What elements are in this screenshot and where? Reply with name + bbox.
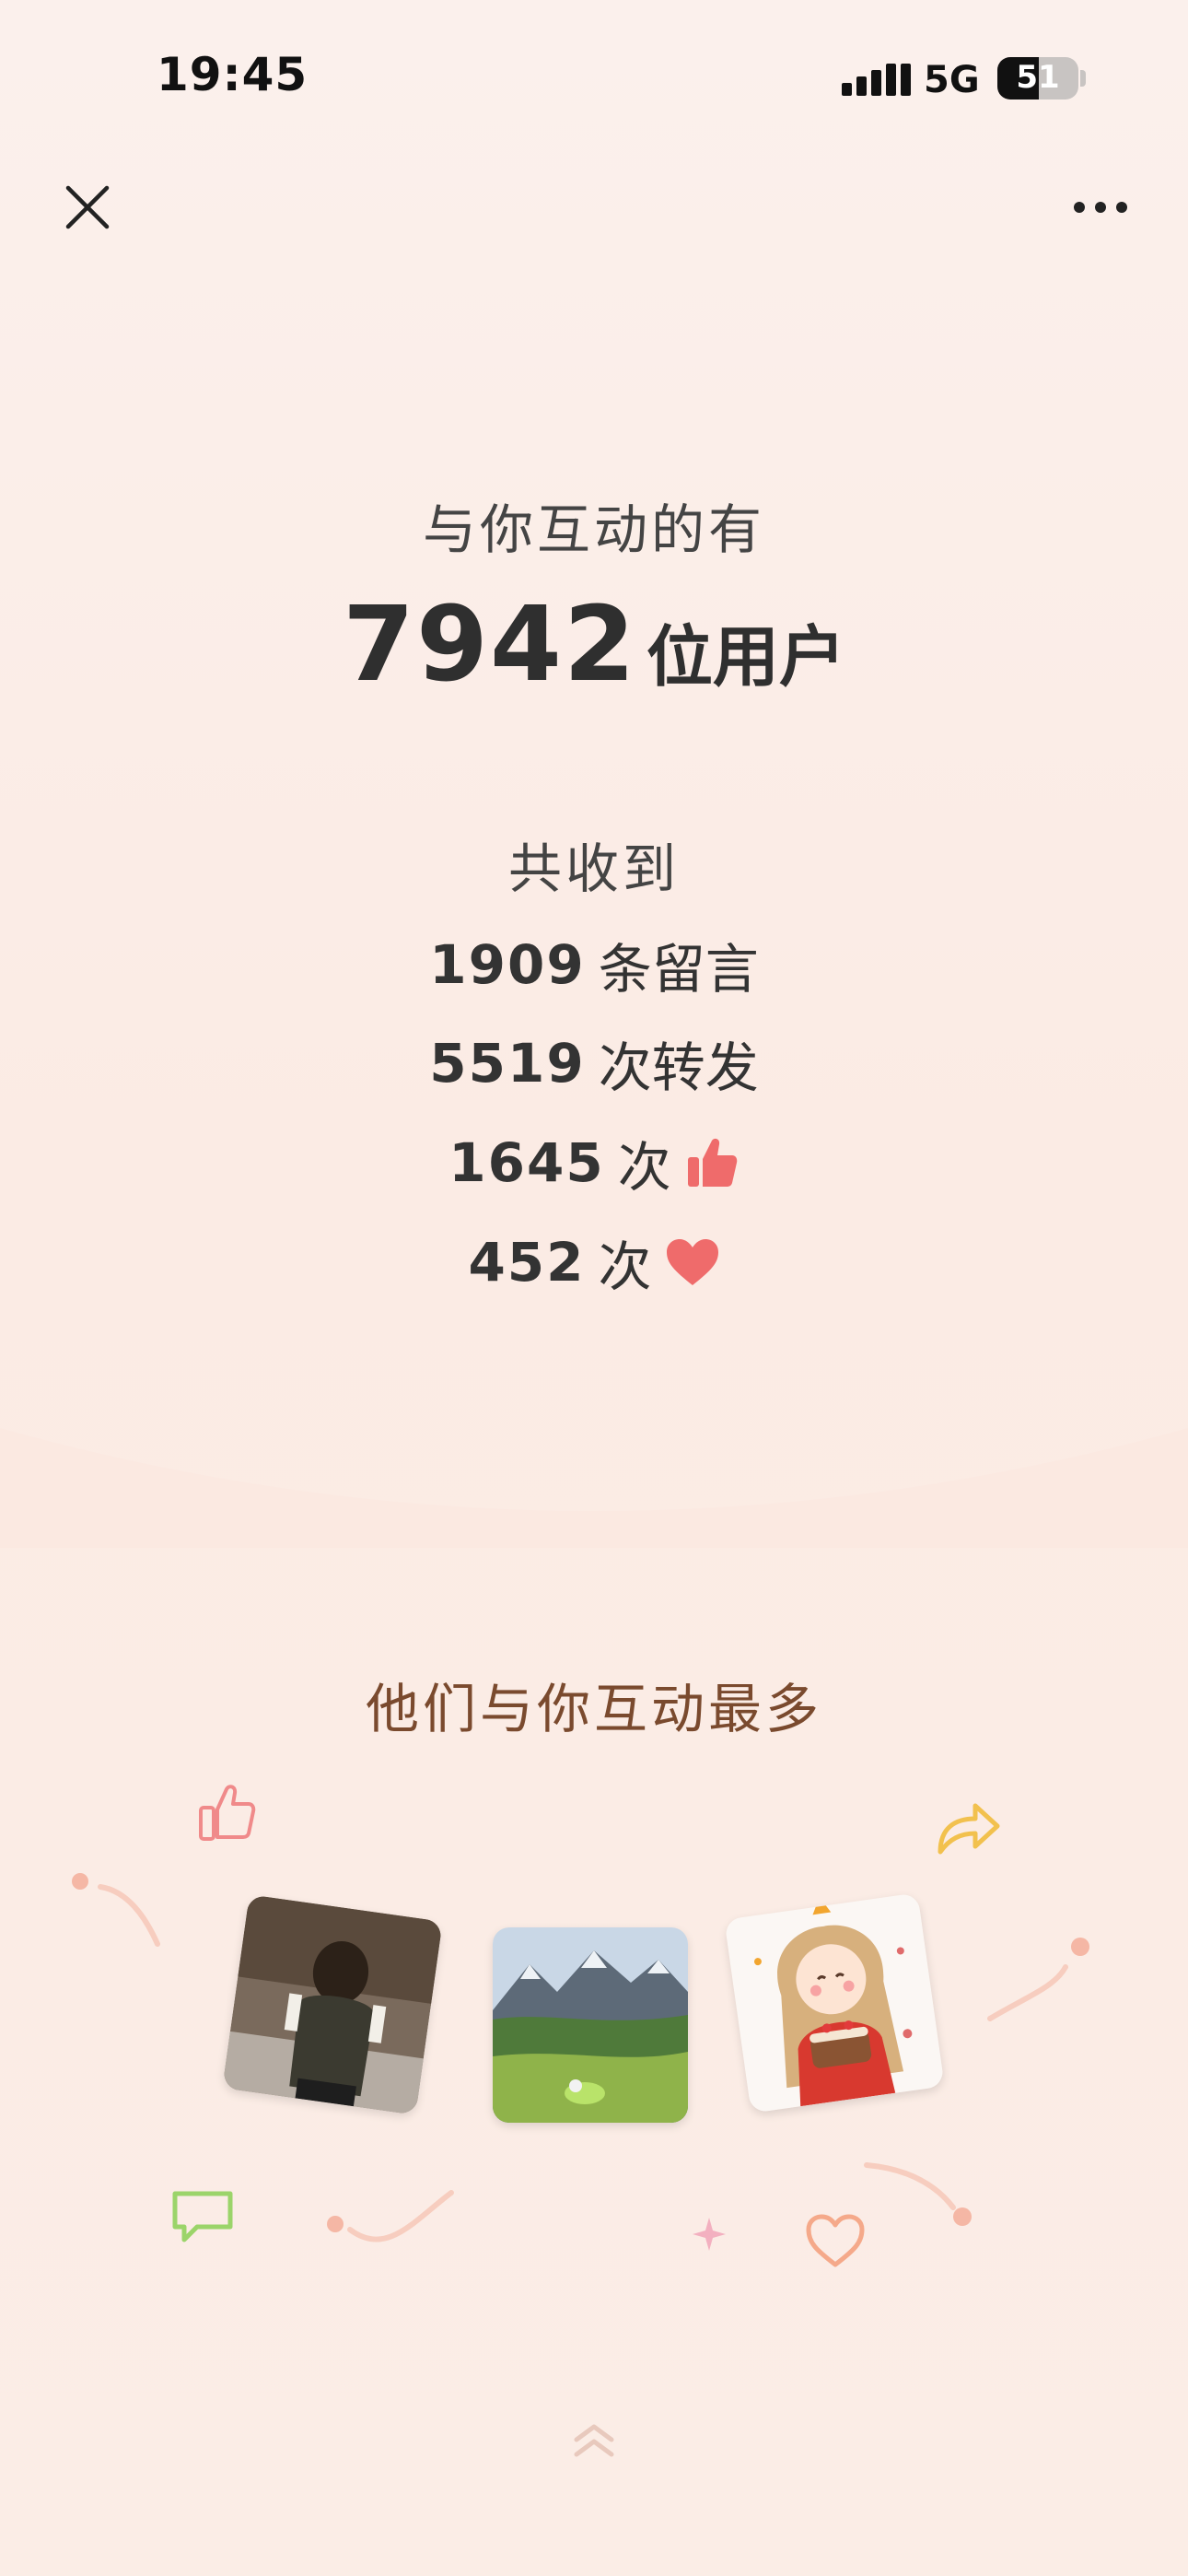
status-time: 19:45 [157, 48, 309, 101]
stat-count: 1645 [448, 1131, 605, 1194]
stat-count: 452 [468, 1231, 586, 1294]
more-options-button[interactable] [1064, 180, 1137, 235]
stat-comments: 1909 条留言 [0, 926, 1188, 1003]
stat-count: 1909 [429, 933, 586, 996]
curve-decoration [987, 1938, 1089, 2021]
close-icon [65, 185, 110, 229]
signal-icon [842, 64, 911, 96]
mountain-landscape-image [493, 1927, 688, 2123]
more-icon [1074, 202, 1127, 213]
birthday-girl-illustration-image [724, 1892, 945, 2113]
interaction-heading: 与你互动的有 [422, 498, 765, 561]
top-interactors-title: 他们与你互动最多 [365, 1678, 822, 1740]
battery-tip [1080, 70, 1086, 87]
user-unit: 位用户 [646, 618, 845, 696]
thumbs-up-icon [687, 1138, 737, 1187]
heart-icon [666, 1239, 718, 1285]
received-label: 共收到 [507, 837, 680, 900]
battery-icon: 51 [997, 57, 1078, 100]
stat-shares: 5519 次转发 [0, 1025, 1188, 1102]
stat-likes: 1645 次 [0, 1124, 1188, 1201]
user-count-line: 7942 位用户 [0, 585, 1188, 705]
avatar-mountain-photo[interactable] [493, 1927, 688, 2123]
user-count: 7942 [343, 585, 637, 705]
person-photo-image [222, 1894, 443, 2115]
status-bar: 19:45 5G 51 [0, 0, 1188, 157]
heart-outline-icon [806, 2214, 865, 2267]
stat-count: 5519 [429, 1032, 586, 1095]
stat-label: 条留言 [598, 938, 759, 1001]
stat-label: 次 [617, 1136, 671, 1199]
battery-level: 51 [1016, 59, 1060, 96]
sparkle-icon [693, 2218, 726, 2251]
curve-decoration [72, 1873, 160, 1947]
wave-divider [0, 1428, 1188, 1548]
scroll-up-chevron-icon[interactable] [571, 2423, 617, 2460]
curve-decoration [327, 2190, 454, 2242]
close-button[interactable] [55, 175, 120, 240]
share-arrow-icon [938, 1803, 1000, 1855]
stat-label: 次 [598, 1235, 652, 1298]
comment-bubble-icon [172, 2191, 233, 2242]
thumbs-up-outline-icon [199, 1785, 256, 1841]
network-label: 5G [924, 59, 980, 101]
stat-label: 次转发 [598, 1036, 759, 1099]
avatar-person-photo[interactable] [222, 1894, 443, 2115]
curve-decoration [864, 2162, 972, 2226]
avatar-birthday-illustration[interactable] [724, 1892, 945, 2113]
stat-hearts: 452 次 [0, 1224, 1188, 1301]
